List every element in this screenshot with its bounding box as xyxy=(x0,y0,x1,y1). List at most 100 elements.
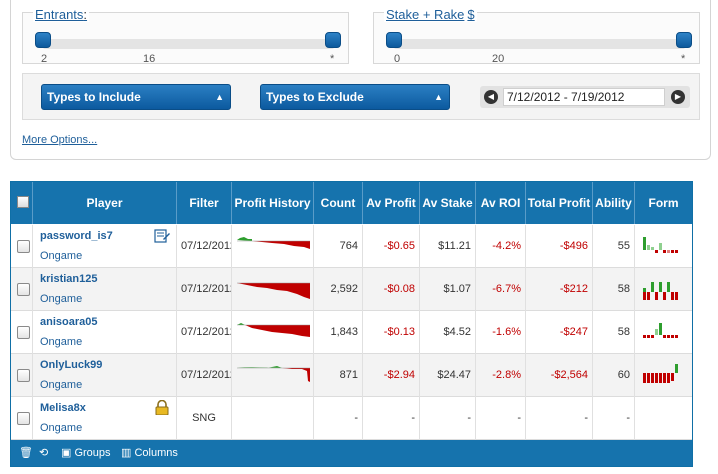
player-site[interactable]: Ongame xyxy=(40,250,82,262)
filter-panel: Entrants: 2 16 * Stake + Rake $ 0 20 * Ty… xyxy=(10,0,711,160)
table-row[interactable]: password_is7 Ongame 07/12/2012 764 -$0.6… xyxy=(11,225,692,268)
stake-slider-box: Stake + Rake $ 0 20 * xyxy=(373,7,700,65)
types-include-dropdown[interactable]: Types to Include ▲ xyxy=(41,84,231,110)
player-name[interactable]: Melisa8x xyxy=(40,402,86,414)
profit-history-sparkline xyxy=(232,354,314,397)
col-ability[interactable]: Ability xyxy=(593,182,635,224)
av-profit-cell: -$0.65 xyxy=(363,225,420,268)
av-roi-cell: -4.2% xyxy=(476,225,526,268)
form-chart xyxy=(643,237,678,253)
player-name[interactable]: anisoara05 xyxy=(40,316,97,328)
date-range-input[interactable]: 7/12/2012 - 7/19/2012 xyxy=(503,88,665,106)
count-cell: 2,592 xyxy=(314,268,363,311)
player-site[interactable]: Ongame xyxy=(40,336,82,348)
ability-cell: 60 xyxy=(593,354,635,397)
form-chart xyxy=(643,282,678,300)
form-chart xyxy=(643,323,678,338)
currency-link[interactable]: $ xyxy=(467,7,474,22)
av-stake-cell: - xyxy=(420,397,476,440)
player-cell: password_is7 Ongame xyxy=(33,225,177,268)
col-av-profit[interactable]: Av Profit xyxy=(363,182,420,224)
av-stake-cell: $24.47 xyxy=(420,354,476,397)
updown-caret-icon: ▲ xyxy=(215,92,224,102)
player-name[interactable]: kristian125 xyxy=(40,273,97,285)
prev-week-icon[interactable]: ◀ xyxy=(484,90,498,104)
col-total-profit[interactable]: Total Profit xyxy=(526,182,593,224)
stake-min-handle[interactable] xyxy=(386,32,402,48)
lock-icon[interactable] xyxy=(154,400,170,415)
av-roi-cell: -1.6% xyxy=(476,311,526,354)
av-stake-cell: $1.07 xyxy=(420,268,476,311)
entrants-tick-mid: 16 xyxy=(143,53,156,65)
entrants-max-handle[interactable] xyxy=(325,32,341,48)
col-profit-history[interactable]: Profit History xyxy=(232,182,314,224)
groups-label: Groups xyxy=(74,447,111,459)
grid-header: Player Filter Profit History Count Av Pr… xyxy=(11,182,692,224)
table-row[interactable]: kristian125 Ongame 07/12/2012 2,592 -$0.… xyxy=(11,268,692,311)
refresh-icon[interactable]: ⟲ xyxy=(39,446,48,459)
col-av-roi[interactable]: Av ROI xyxy=(476,182,526,224)
row-select-cell xyxy=(11,397,33,440)
col-av-stake[interactable]: Av Stake xyxy=(420,182,476,224)
total-profit-cell: - xyxy=(526,397,593,440)
av-roi-cell: - xyxy=(476,397,526,440)
stake-rake-link[interactable]: Stake + Rake xyxy=(386,7,464,22)
entrants-track[interactable] xyxy=(43,39,334,49)
col-player[interactable]: Player xyxy=(33,182,177,224)
player-name[interactable]: password_is7 xyxy=(40,230,113,242)
grid-footer: 🗑 ⟲ ▣ Groups ▥ Columns xyxy=(11,440,692,466)
row-select-cell xyxy=(11,225,33,268)
more-options-link[interactable]: More Options... xyxy=(22,134,97,146)
trash-icon[interactable]: 🗑 xyxy=(19,446,33,459)
filter-cell: 07/12/2012 xyxy=(177,225,232,268)
entrants-tick-min: 2 xyxy=(41,53,48,65)
stake-tick-min: 0 xyxy=(394,53,401,65)
row-select-cell xyxy=(11,354,33,397)
row-checkbox[interactable] xyxy=(17,369,30,382)
player-site[interactable]: Ongame xyxy=(40,379,82,391)
col-filter[interactable]: Filter xyxy=(177,182,232,224)
entrants-slider-box: Entrants: 2 16 * xyxy=(22,7,349,65)
player-site[interactable]: Ongame xyxy=(40,422,82,434)
col-form[interactable]: Form xyxy=(635,182,692,224)
count-cell: 764 xyxy=(314,225,363,268)
types-include-label: Types to Include xyxy=(47,90,141,104)
stake-tick-mid: 20 xyxy=(492,53,505,65)
columns-button[interactable]: ▥ Columns xyxy=(121,446,178,459)
form-cell xyxy=(635,311,692,354)
filter-cell: 07/12/2012 xyxy=(177,354,232,397)
stake-max-handle[interactable] xyxy=(676,32,692,48)
table-row[interactable]: anisoara05 Ongame 07/12/2012 1,843 -$0.1… xyxy=(11,311,692,354)
count-cell: 1,843 xyxy=(314,311,363,354)
stake-rake-label[interactable]: Stake + Rake $ xyxy=(384,7,477,22)
table-row[interactable]: Melisa8x Ongame SNG - - - - - - xyxy=(11,397,692,440)
entrants-min-handle[interactable] xyxy=(35,32,51,48)
entrants-colon: : xyxy=(83,7,88,22)
player-cell: Melisa8x Ongame xyxy=(33,397,177,440)
results-grid: Player Filter Profit History Count Av Pr… xyxy=(10,181,693,467)
entrants-link[interactable]: Entrants xyxy=(35,7,83,22)
table-row[interactable]: OnlyLuck99 Ongame 07/12/2012 871 -$2.94 … xyxy=(11,354,692,397)
entrants-label[interactable]: Entrants: xyxy=(33,7,90,22)
row-checkbox[interactable] xyxy=(17,412,30,425)
groups-button[interactable]: ▣ Groups xyxy=(61,446,111,459)
types-exclude-label: Types to Exclude xyxy=(266,90,364,104)
form-chart xyxy=(643,364,678,383)
av-stake-cell: $4.52 xyxy=(420,311,476,354)
profit-history-sparkline xyxy=(232,225,314,268)
row-checkbox[interactable] xyxy=(17,283,30,296)
row-checkbox[interactable] xyxy=(17,326,30,339)
col-count[interactable]: Count xyxy=(314,182,363,224)
select-all-checkbox[interactable] xyxy=(17,196,29,208)
player-site[interactable]: Ongame xyxy=(40,293,82,305)
next-week-icon[interactable]: ▶ xyxy=(671,90,685,104)
stake-track[interactable] xyxy=(394,39,685,49)
ability-cell: 58 xyxy=(593,268,635,311)
date-range-control: ◀ 7/12/2012 - 7/19/2012 ▶ xyxy=(480,86,690,108)
filter-cell: 07/12/2012 xyxy=(177,268,232,311)
notes-icon[interactable] xyxy=(154,228,170,243)
player-name[interactable]: OnlyLuck99 xyxy=(40,359,102,371)
type-filter-row: Types to Include ▲ Types to Exclude ▲ ◀ … xyxy=(22,73,700,120)
row-checkbox[interactable] xyxy=(17,240,30,253)
types-exclude-dropdown[interactable]: Types to Exclude ▲ xyxy=(260,84,450,110)
